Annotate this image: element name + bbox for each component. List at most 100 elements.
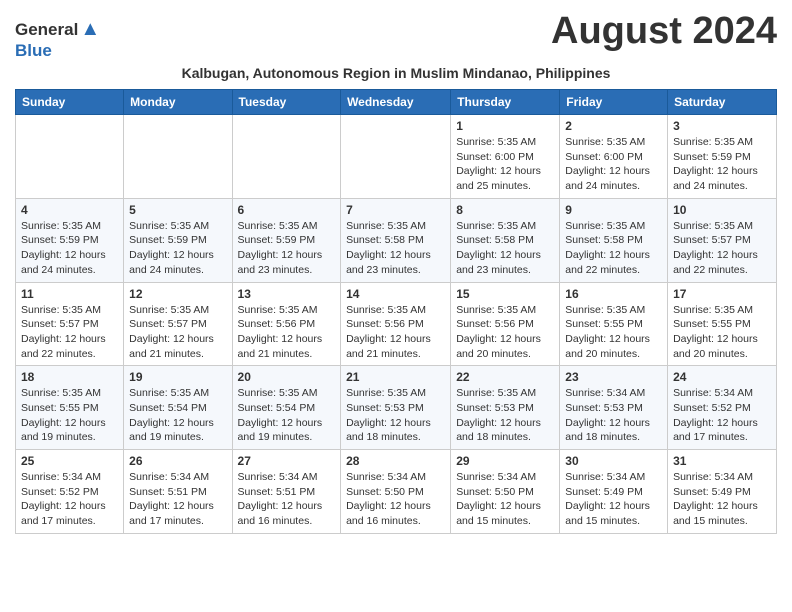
day-info: Sunrise: 5:34 AMSunset: 5:52 PMDaylight:… [673, 386, 771, 445]
day-number: 28 [346, 454, 445, 468]
day-info: Sunrise: 5:35 AMSunset: 5:57 PMDaylight:… [673, 219, 771, 278]
header-row: SundayMondayTuesdayWednesdayThursdayFrid… [16, 90, 777, 115]
day-number: 7 [346, 203, 445, 217]
day-number: 17 [673, 287, 771, 301]
day-cell [232, 115, 341, 199]
day-info: Sunrise: 5:35 AMSunset: 5:58 PMDaylight:… [346, 219, 445, 278]
day-cell: 1 Sunrise: 5:35 AMSunset: 6:00 PMDaylight… [451, 115, 560, 199]
header-day-sunday: Sunday [16, 90, 124, 115]
day-cell: 28 Sunrise: 5:34 AMSunset: 5:50 PMDayligh… [341, 450, 451, 534]
day-number: 10 [673, 203, 771, 217]
day-cell [341, 115, 451, 199]
day-number: 22 [456, 370, 554, 384]
day-number: 9 [565, 203, 662, 217]
day-number: 23 [565, 370, 662, 384]
week-row-5: 25 Sunrise: 5:34 AMSunset: 5:52 PMDayligh… [16, 450, 777, 534]
day-number: 8 [456, 203, 554, 217]
day-number: 4 [21, 203, 118, 217]
day-cell: 31 Sunrise: 5:34 AMSunset: 5:49 PMDayligh… [668, 450, 777, 534]
day-cell: 23 Sunrise: 5:34 AMSunset: 5:53 PMDayligh… [560, 366, 668, 450]
header-day-monday: Monday [124, 90, 232, 115]
day-info: Sunrise: 5:34 AMSunset: 5:53 PMDaylight:… [565, 386, 662, 445]
day-info: Sunrise: 5:34 AMSunset: 5:49 PMDaylight:… [673, 470, 771, 529]
day-info: Sunrise: 5:35 AMSunset: 5:55 PMDaylight:… [21, 386, 118, 445]
day-cell: 27 Sunrise: 5:34 AMSunset: 5:51 PMDayligh… [232, 450, 341, 534]
day-cell: 13 Sunrise: 5:35 AMSunset: 5:56 PMDayligh… [232, 282, 341, 366]
header-day-wednesday: Wednesday [341, 90, 451, 115]
day-info: Sunrise: 5:35 AMSunset: 5:54 PMDaylight:… [238, 386, 336, 445]
day-number: 1 [456, 119, 554, 133]
day-number: 16 [565, 287, 662, 301]
day-cell: 24 Sunrise: 5:34 AMSunset: 5:52 PMDayligh… [668, 366, 777, 450]
day-number: 13 [238, 287, 336, 301]
header-day-tuesday: Tuesday [232, 90, 341, 115]
header: General ▲ Blue August 2024 [15, 10, 777, 61]
day-cell: 20Sunrise: 5:35 AMSunset: 5:54 PMDayligh… [232, 366, 341, 450]
header-day-saturday: Saturday [668, 90, 777, 115]
day-info: Sunrise: 5:35 AMSunset: 5:53 PMDaylight:… [456, 386, 554, 445]
day-info: Sunrise: 5:35 AMSunset: 5:57 PMDaylight:… [21, 303, 118, 362]
day-cell: 21Sunrise: 5:35 AMSunset: 5:53 PMDayligh… [341, 366, 451, 450]
day-cell: 9 Sunrise: 5:35 AMSunset: 5:58 PMDaylight… [560, 198, 668, 282]
day-cell: 4Sunrise: 5:35 AMSunset: 5:59 PMDaylight… [16, 198, 124, 282]
day-number: 25 [21, 454, 118, 468]
logo-blue-text: Blue [15, 41, 52, 60]
header-day-thursday: Thursday [451, 90, 560, 115]
day-number: 12 [129, 287, 226, 301]
week-row-1: 1 Sunrise: 5:35 AMSunset: 6:00 PMDaylight… [16, 115, 777, 199]
day-cell: 22 Sunrise: 5:35 AMSunset: 5:53 PMDayligh… [451, 366, 560, 450]
day-cell: 29 Sunrise: 5:34 AMSunset: 5:50 PMDayligh… [451, 450, 560, 534]
day-info: Sunrise: 5:35 AMSunset: 5:59 PMDaylight:… [129, 219, 226, 278]
calendar-table: SundayMondayTuesdayWednesdayThursdayFrid… [15, 89, 777, 534]
calendar-subtitle: Kalbugan, Autonomous Region in Muslim Mi… [15, 65, 777, 81]
day-info: Sunrise: 5:35 AMSunset: 5:56 PMDaylight:… [456, 303, 554, 362]
day-cell: 2 Sunrise: 5:35 AMSunset: 6:00 PMDaylight… [560, 115, 668, 199]
day-info: Sunrise: 5:34 AMSunset: 5:52 PMDaylight:… [21, 470, 118, 529]
day-info: Sunrise: 5:34 AMSunset: 5:49 PMDaylight:… [565, 470, 662, 529]
day-cell [124, 115, 232, 199]
day-info: Sunrise: 5:34 AMSunset: 5:50 PMDaylight:… [346, 470, 445, 529]
day-number: 2 [565, 119, 662, 133]
day-cell: 19 Sunrise: 5:35 AMSunset: 5:54 PMDayligh… [124, 366, 232, 450]
day-info: Sunrise: 5:35 AMSunset: 5:57 PMDaylight:… [129, 303, 226, 362]
day-cell: 18Sunrise: 5:35 AMSunset: 5:55 PMDayligh… [16, 366, 124, 450]
day-info: Sunrise: 5:35 AMSunset: 5:54 PMDaylight:… [129, 386, 226, 445]
day-info: Sunrise: 5:35 AMSunset: 5:58 PMDaylight:… [565, 219, 662, 278]
day-cell: 11 Sunrise: 5:35 AMSunset: 5:57 PMDayligh… [16, 282, 124, 366]
day-cell: 17Sunrise: 5:35 AMSunset: 5:55 PMDayligh… [668, 282, 777, 366]
day-info: Sunrise: 5:35 AMSunset: 5:53 PMDaylight:… [346, 386, 445, 445]
day-info: Sunrise: 5:35 AMSunset: 5:58 PMDaylight:… [456, 219, 554, 278]
day-cell: 15 Sunrise: 5:35 AMSunset: 5:56 PMDayligh… [451, 282, 560, 366]
day-number: 29 [456, 454, 554, 468]
day-cell: 12 Sunrise: 5:35 AMSunset: 5:57 PMDayligh… [124, 282, 232, 366]
day-info: Sunrise: 5:35 AMSunset: 5:59 PMDaylight:… [238, 219, 336, 278]
day-info: Sunrise: 5:34 AMSunset: 5:51 PMDaylight:… [238, 470, 336, 529]
day-info: Sunrise: 5:34 AMSunset: 5:50 PMDaylight:… [456, 470, 554, 529]
day-cell: 16 Sunrise: 5:35 AMSunset: 5:55 PMDayligh… [560, 282, 668, 366]
week-row-2: 4 Sunrise: 5:35 AMSunset: 5:59 PMDaylight… [16, 198, 777, 282]
day-cell: 3Sunrise: 5:35 AMSunset: 5:59 PMDaylight… [668, 115, 777, 199]
day-cell: 5 Sunrise: 5:35 AMSunset: 5:59 PMDaylight… [124, 198, 232, 282]
day-info: Sunrise: 5:35 AMSunset: 6:00 PMDaylight:… [456, 135, 554, 194]
day-info: Sunrise: 5:35 AMSunset: 5:56 PMDaylight:… [238, 303, 336, 362]
day-number: 6 [238, 203, 336, 217]
day-info: Sunrise: 5:35 AMSunset: 5:55 PMDaylight:… [565, 303, 662, 362]
logo-general-text: General [15, 20, 78, 40]
day-number: 24 [673, 370, 771, 384]
day-number: 27 [238, 454, 336, 468]
day-number: 15 [456, 287, 554, 301]
day-number: 5 [129, 203, 226, 217]
day-info: Sunrise: 5:35 AMSunset: 6:00 PMDaylight:… [565, 135, 662, 194]
logo-bird-icon: ▲ [80, 18, 100, 41]
day-number: 30 [565, 454, 662, 468]
week-row-3: 11 Sunrise: 5:35 AMSunset: 5:57 PMDayligh… [16, 282, 777, 366]
day-cell: 30 Sunrise: 5:34 AMSunset: 5:49 PMDayligh… [560, 450, 668, 534]
day-number: 3 [673, 119, 771, 133]
day-cell: 14Sunrise: 5:35 AMSunset: 5:56 PMDayligh… [341, 282, 451, 366]
day-number: 19 [129, 370, 226, 384]
header-day-friday: Friday [560, 90, 668, 115]
day-number: 31 [673, 454, 771, 468]
day-info: Sunrise: 5:35 AMSunset: 5:56 PMDaylight:… [346, 303, 445, 362]
day-number: 11 [21, 287, 118, 301]
day-info: Sunrise: 5:34 AMSunset: 5:51 PMDaylight:… [129, 470, 226, 529]
